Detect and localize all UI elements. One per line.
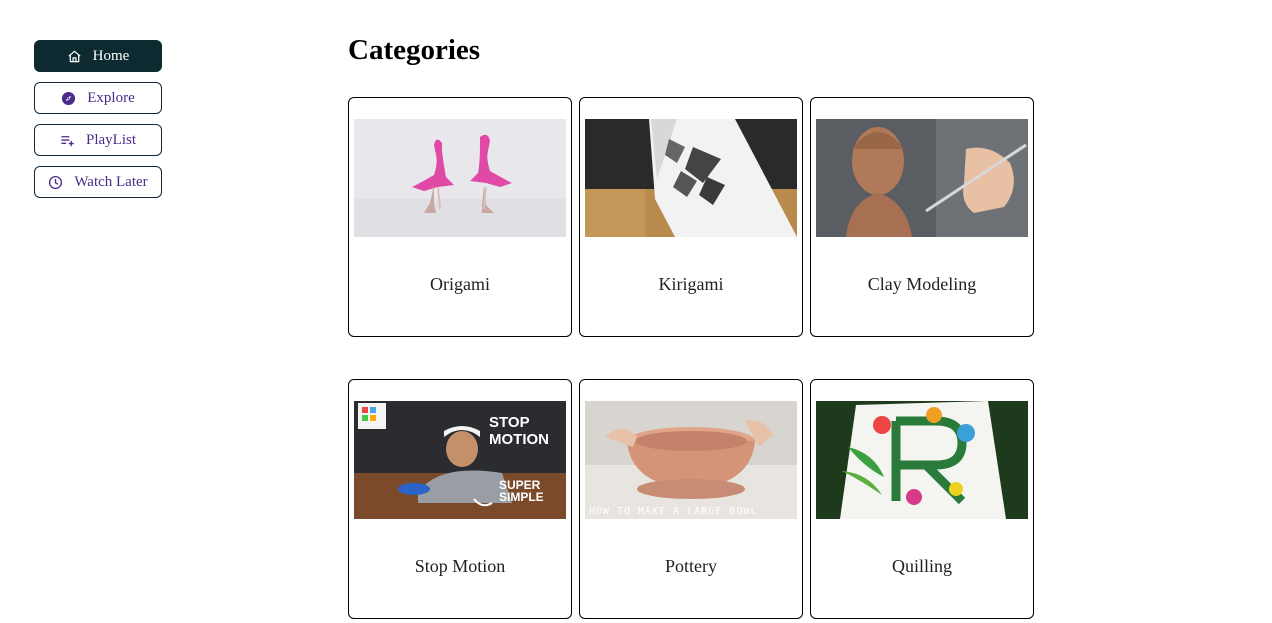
origami-thumbnail	[354, 119, 566, 237]
category-label-pottery: Pottery	[665, 556, 717, 576]
page-title: Categories	[348, 34, 481, 66]
category-card-origami[interactable]: Origami	[348, 97, 572, 337]
quilling-thumbnail	[816, 401, 1028, 519]
stop-motion-image-text-2: MOTION	[489, 431, 549, 448]
pottery-image-text: HOW TO MAKE A LARGE BOWL	[589, 506, 758, 517]
nav-watch-later-button[interactable]: Watch Later	[34, 166, 162, 198]
nav-home-button[interactable]: Home	[34, 40, 162, 72]
clay-modeling-thumbnail	[816, 119, 1028, 237]
stop-motion-image-text-4: SIMPLE	[499, 490, 544, 504]
compass-icon	[61, 91, 76, 106]
category-card-pottery[interactable]: HOW TO MAKE A LARGE BOWL Pottery	[579, 379, 803, 619]
nav-home-label: Home	[92, 47, 130, 64]
kirigami-thumbnail	[585, 119, 797, 237]
category-label-clay-modeling: Clay Modeling	[867, 274, 977, 294]
category-card-clay-modeling[interactable]: Clay Modeling	[810, 97, 1034, 337]
category-label-origami: Origami	[430, 274, 490, 294]
clock-icon	[48, 175, 63, 190]
category-label-quilling: Quilling	[891, 556, 952, 576]
main-content: Categories Origami Kirigami Clay Modelin…	[348, 30, 1048, 619]
home-icon	[67, 49, 82, 64]
pottery-thumbnail: HOW TO MAKE A LARGE BOWL	[585, 401, 797, 519]
sidebar: Home Explore PlayList Watch Later	[34, 40, 162, 208]
stop-motion-image-text-1: STOP	[489, 414, 530, 431]
category-card-quilling[interactable]: Quilling	[810, 379, 1034, 619]
nav-playlist-label: PlayList	[85, 131, 136, 148]
playlist-add-icon	[60, 133, 75, 148]
nav-watch-later-label: Watch Later	[74, 173, 148, 190]
stop-motion-thumbnail: STOP MOTION SUPER SIMPLE	[354, 401, 566, 519]
nav-playlist-button[interactable]: PlayList	[34, 124, 162, 156]
nav-explore-label: Explore	[87, 89, 135, 106]
category-label-kirigami: Kirigami	[658, 274, 724, 294]
category-card-stop-motion[interactable]: STOP MOTION SUPER SIMPLE Stop Motion	[348, 379, 572, 619]
category-label-stop-motion: Stop Motion	[414, 556, 506, 576]
nav-explore-button[interactable]: Explore	[34, 82, 162, 114]
category-card-kirigami[interactable]: Kirigami	[579, 97, 803, 337]
